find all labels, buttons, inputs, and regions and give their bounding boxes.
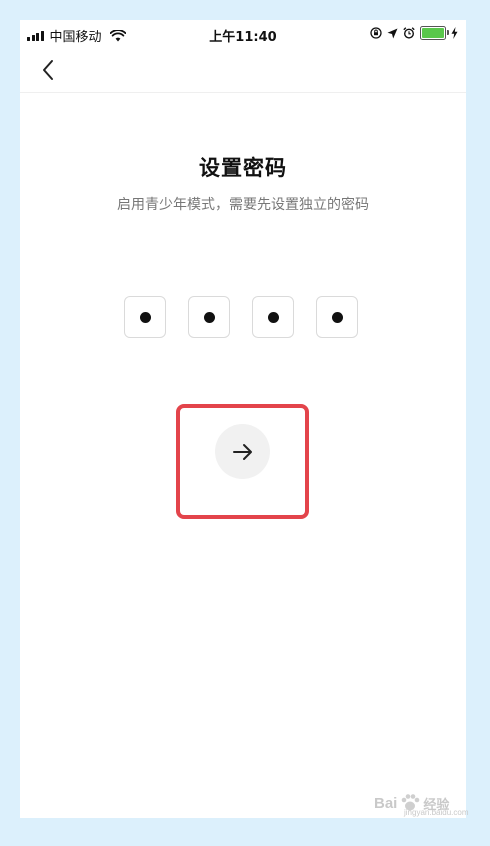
watermark-url: jingyan.baidu.com	[404, 808, 469, 817]
code-digit-box[interactable]	[188, 296, 230, 338]
phone-screen: 中国移动 上午11:40 设置密码 启用青少年模式，需要先设置独立的密码	[20, 20, 466, 818]
code-digit-box[interactable]	[252, 296, 294, 338]
watermark-brand: Bai	[374, 794, 398, 812]
code-dot	[139, 311, 151, 323]
status-bar: 中国移动 上午11:40	[20, 20, 466, 48]
page-title: 设置密码	[199, 156, 287, 180]
location-icon	[387, 28, 398, 38]
alarm-icon	[403, 27, 415, 39]
status-right	[370, 26, 458, 40]
back-button[interactable]	[34, 56, 62, 84]
password-code-input[interactable]	[124, 296, 358, 338]
battery-icon	[420, 26, 449, 40]
nav-bar	[20, 48, 466, 93]
next-button[interactable]	[215, 424, 270, 479]
arrow-right-icon	[232, 443, 252, 460]
code-digit-box[interactable]	[124, 296, 166, 338]
charging-icon	[451, 27, 458, 39]
battery-fill	[422, 28, 444, 38]
page-subtitle: 启用青少年模式，需要先设置独立的密码	[117, 197, 369, 213]
rotation-lock-icon	[370, 27, 382, 39]
page-frame: 中国移动 上午11:40 设置密码 启用青少年模式，需要先设置独立的密码 Bai…	[0, 0, 490, 846]
code-dot	[267, 311, 279, 323]
baidu-jingyan-watermark: Bai 经验 jingyan.baidu.com	[374, 792, 468, 817]
code-dot	[203, 311, 215, 323]
chevron-left-icon	[43, 60, 53, 80]
code-dot	[331, 311, 343, 323]
code-digit-box[interactable]	[316, 296, 358, 338]
